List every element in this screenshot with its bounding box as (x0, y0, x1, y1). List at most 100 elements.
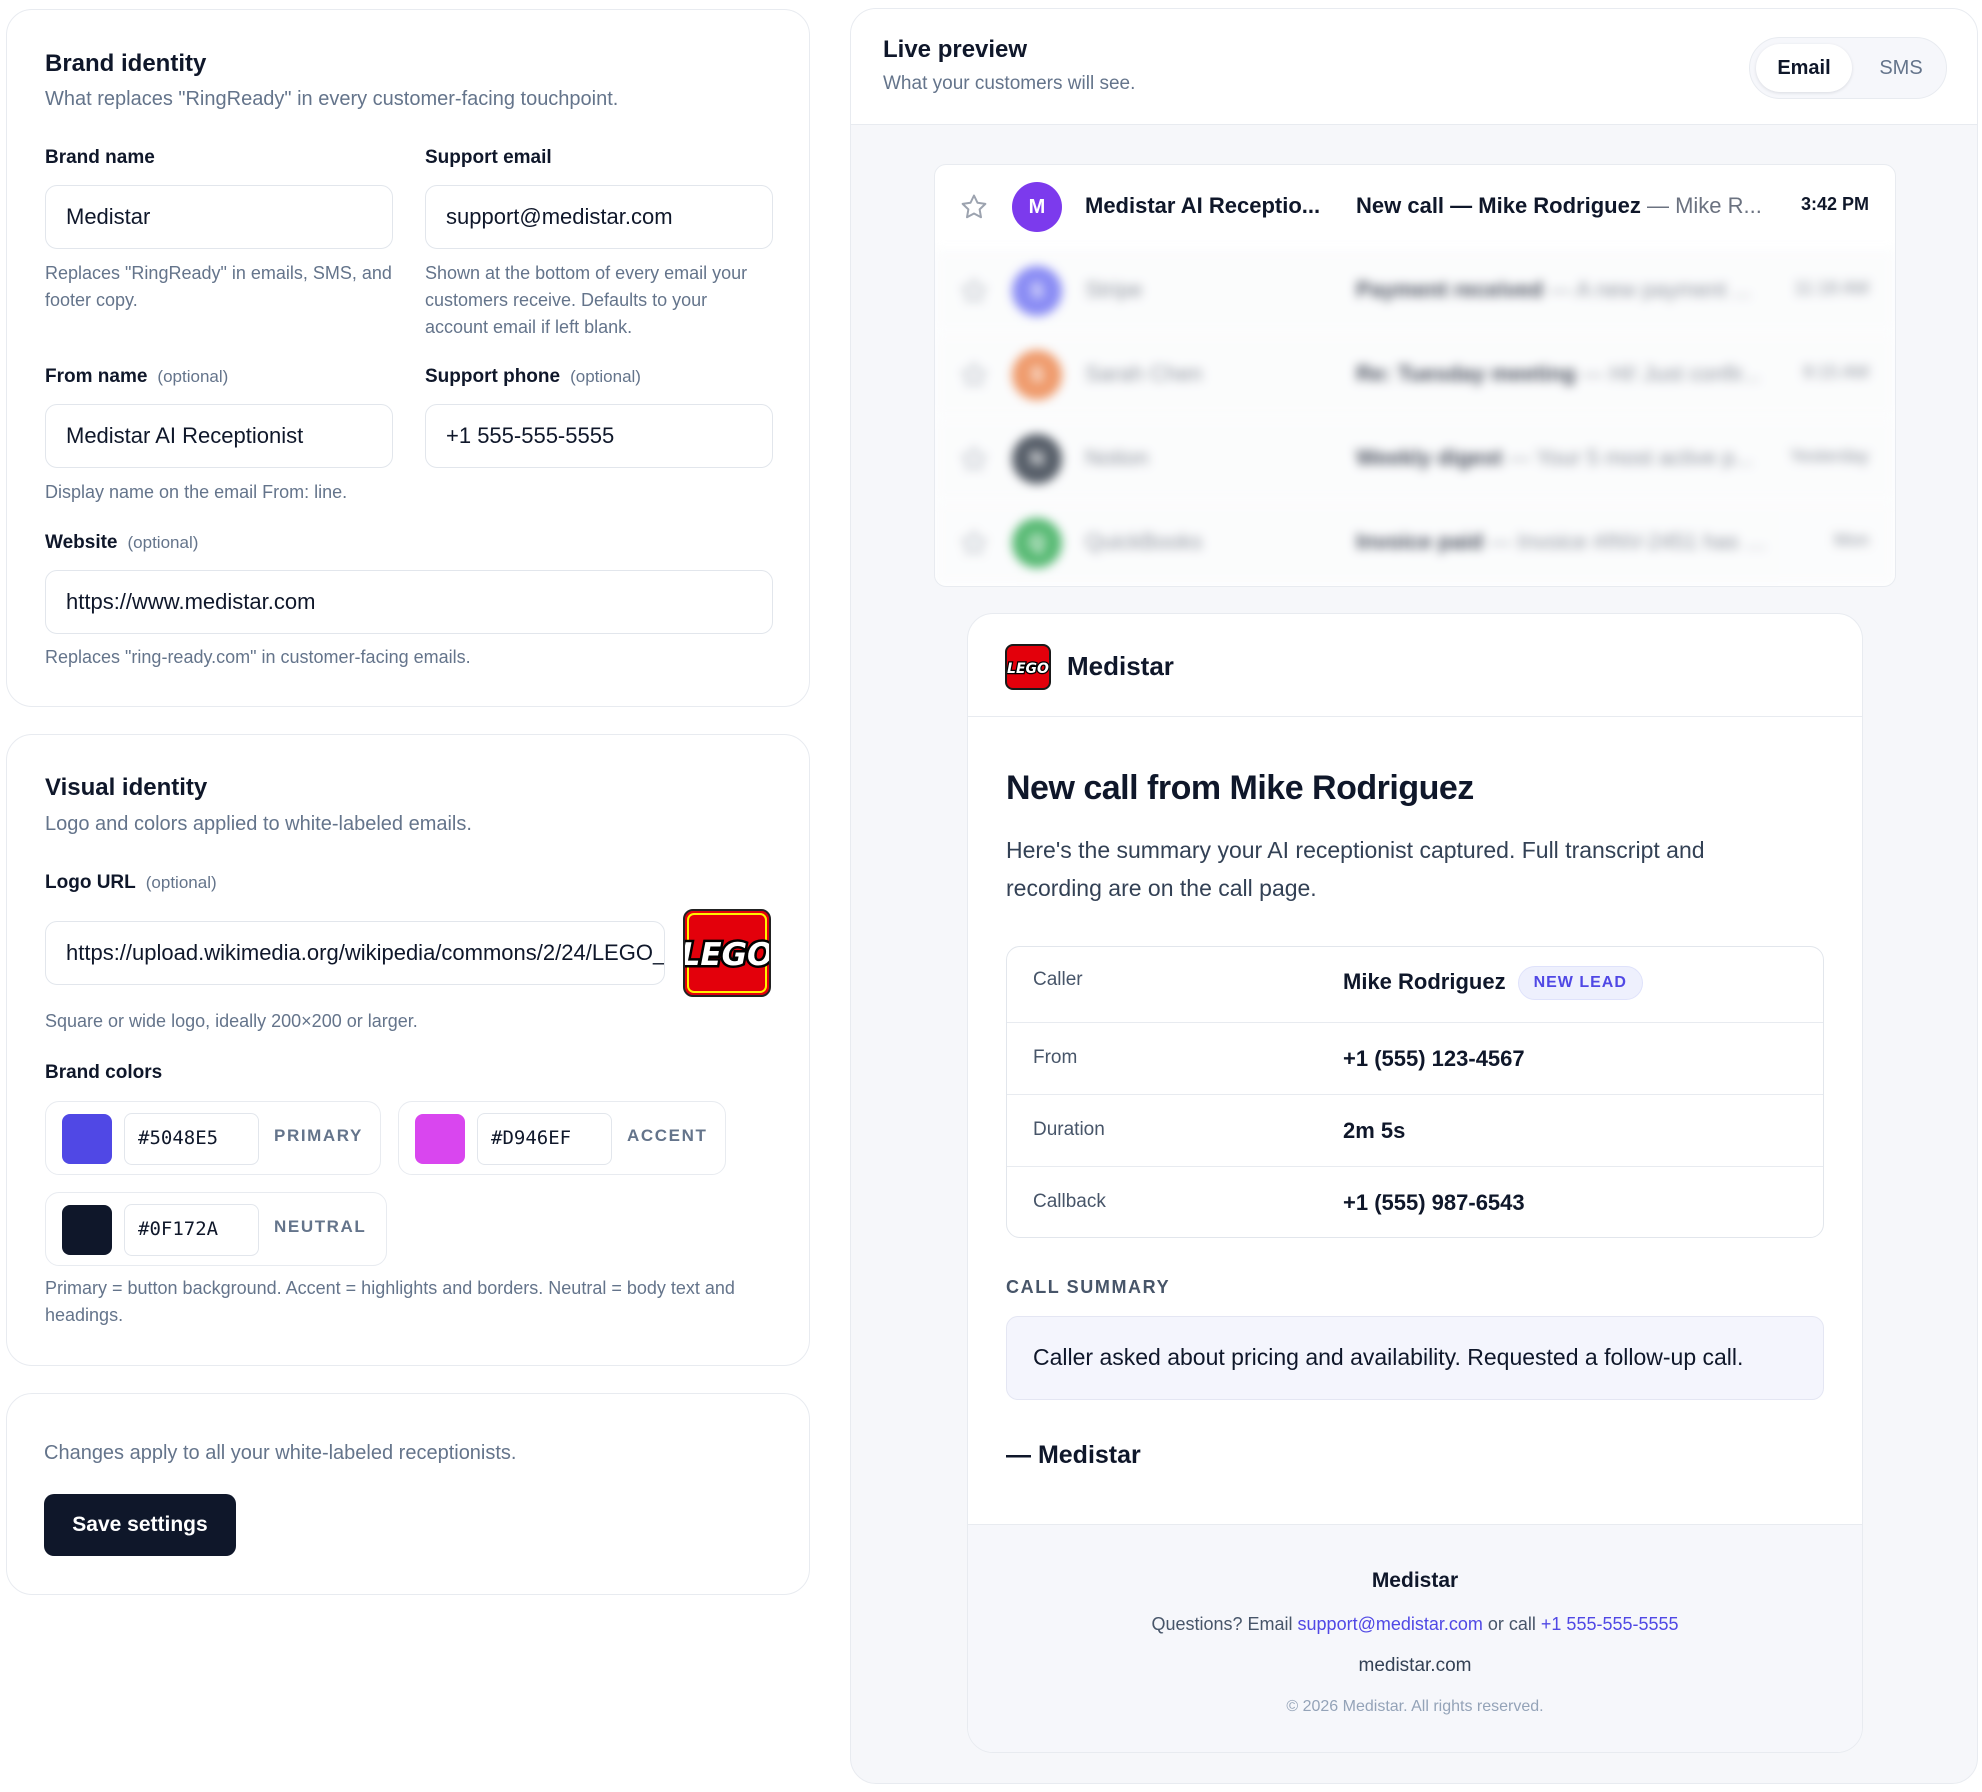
logo-preview: LEGO (683, 909, 771, 997)
website-label: Website (optional) (45, 532, 198, 554)
snippet-text: — A new payment ... (1543, 277, 1751, 302)
sender-avatar: S (1012, 266, 1062, 316)
color-primary: #5048E5 PRIMARY (45, 1101, 381, 1175)
brand-identity-title: Brand identity (45, 50, 207, 77)
lego-logo-icon: LEGO (685, 911, 769, 995)
sender-avatar: Q (1012, 518, 1062, 568)
row-key: From (1033, 1047, 1078, 1068)
sender-name: Sarah Chen (1085, 361, 1203, 386)
subject-text: Invoice paid (1356, 529, 1484, 554)
website-input[interactable]: https://www.medistar.com (45, 570, 773, 634)
tab-email[interactable]: Email (1756, 44, 1852, 92)
logo-url-label-text: Logo URL (45, 872, 136, 893)
live-preview-panel: Live preview What your customers will se… (850, 8, 1978, 1784)
accent-hex-input[interactable]: #D946EF (477, 1113, 612, 1165)
logo-url-label: Logo URL (optional) (45, 872, 217, 894)
footer-contact: Questions? Email support@medistar.com or… (968, 1614, 1862, 1635)
row-value: +1 (555) 987-6543 (1343, 1190, 1525, 1215)
snippet-text: — Hi! Just confir... (1575, 361, 1761, 386)
row-key: Callback (1033, 1191, 1106, 1212)
sender-name: Stripe (1085, 277, 1143, 302)
visual-identity-card: Visual identity Logo and colors applied … (6, 734, 810, 1366)
inbox-row[interactable]: S Stripe Payment received — A new payment … (935, 249, 1895, 333)
call-summary-text: Caller asked about pricing and availabil… (1006, 1316, 1824, 1400)
brand-colors-label: Brand colors (45, 1062, 163, 1083)
brand-name-label: Brand name (45, 147, 155, 168)
email-header: LEGO Medistar (968, 614, 1862, 717)
brand-identity-card: Brand identity What replaces "RingReady"… (6, 9, 810, 707)
email-heading: New call from Mike Rodriguez (1006, 769, 1474, 807)
call-details-table: Caller Mike Rodriguez NEW LEAD From +1 (5… (1006, 946, 1824, 1238)
star-icon[interactable] (959, 444, 989, 474)
row-value: Mike Rodriguez NEW LEAD (1343, 966, 1643, 1000)
email-logo: LEGO (1005, 644, 1051, 690)
preview-mode-toggle: Email SMS (1749, 37, 1947, 99)
inbox-row[interactable]: S Sarah Chen Re: Tuesday meeting — Hi! Jus… (935, 333, 1895, 417)
inbox-row[interactable]: Q QuickBooks Invoice paid — Invoice #INV-2… (935, 501, 1895, 585)
message-subject: New call — Mike Rodriguez — Mike R... (1356, 193, 1776, 219)
visual-identity-subtitle: Logo and colors applied to white-labeled… (45, 813, 472, 835)
svg-text:LEGO: LEGO (685, 937, 769, 973)
support-phone-label: Support phone (optional) (425, 366, 641, 388)
message-subject: Payment received — A new payment ... (1356, 277, 1776, 303)
preview-title: Live preview (883, 36, 1028, 63)
snippet-text: — Your 5 most active p... (1502, 445, 1754, 470)
email-signoff: — Medistar (1006, 1441, 1141, 1469)
message-subject: Re: Tuesday meeting — Hi! Just confir... (1356, 361, 1776, 387)
star-icon[interactable] (959, 360, 989, 390)
brand-identity-subtitle: What replaces "RingReady" in every custo… (45, 88, 619, 110)
logo-url-input[interactable]: https://upload.wikimedia.org/wikipedia/c… (45, 921, 665, 985)
sender-name: Medistar AI Receptio... (1085, 193, 1321, 218)
brand-name-input[interactable]: Medistar (45, 185, 393, 249)
support-email-input[interactable]: support@medistar.com (425, 185, 773, 249)
support-phone-input[interactable]: +1 555-555-5555 (425, 404, 773, 468)
website-optional: (optional) (127, 533, 199, 552)
star-icon[interactable] (959, 276, 989, 306)
inbox-list: M Medistar AI Receptio... New call — Mike … (934, 164, 1896, 587)
footer-email-link[interactable]: support@medistar.com (1298, 1614, 1483, 1634)
website-help: Replaces "ring-ready.com" in customer-fa… (45, 647, 471, 667)
row-value: 2m 5s (1343, 1118, 1406, 1143)
message-subject: Weekly digest — Your 5 most active p... (1356, 445, 1776, 471)
support-phone-label-text: Support phone (425, 366, 561, 387)
email-footer: Medistar Questions? Email support@medist… (968, 1524, 1862, 1752)
subject-text: Re: Tuesday meeting (1356, 361, 1576, 386)
accent-color-swatch[interactable] (415, 1114, 465, 1164)
support-phone-optional: (optional) (570, 367, 641, 386)
support-email-help: Shown at the bottom of every email your … (425, 263, 748, 337)
from-name-help: Display name on the email From: line. (45, 482, 348, 502)
primary-color-label: PRIMARY (274, 1126, 363, 1145)
neutral-hex-input[interactable]: #0F172A (124, 1204, 259, 1256)
star-icon[interactable] (959, 192, 989, 222)
footer-website[interactable]: medistar.com (968, 1655, 1862, 1677)
svg-text:LEGO: LEGO (1007, 661, 1049, 677)
message-time: 9:15 AM (1802, 362, 1869, 382)
website-label-text: Website (45, 532, 118, 553)
table-row: Callback +1 (555) 987-6543 (1007, 1167, 1823, 1237)
message-time: Mon (1833, 530, 1869, 550)
table-row: From +1 (555) 123-4567 (1007, 1023, 1823, 1095)
table-row: Caller Mike Rodriguez NEW LEAD (1007, 947, 1823, 1023)
footer-q-prefix: Questions? Email (1151, 1614, 1298, 1634)
primary-color-swatch[interactable] (62, 1114, 112, 1164)
inbox-row[interactable]: N Notion Weekly digest — Your 5 most activ… (935, 417, 1895, 501)
footer-q-mid: or call (1482, 1614, 1541, 1634)
color-accent: #D946EF ACCENT (398, 1101, 726, 1175)
primary-hex-input[interactable]: #5048E5 (124, 1113, 259, 1165)
from-name-label: From name (optional) (45, 366, 228, 388)
from-name-input[interactable]: Medistar AI Receptionist (45, 404, 393, 468)
logo-url-optional: (optional) (145, 873, 217, 892)
footer-phone-link[interactable]: +1 555-555-5555 (1541, 1614, 1679, 1634)
sender-name: Notion (1085, 445, 1149, 470)
subject-text: New call — Mike Rodriguez (1356, 193, 1641, 218)
snippet-text: — Invoice #INV-2451 has bee... (1483, 529, 1776, 554)
preview-header: Live preview What your customers will se… (851, 9, 1977, 125)
email-brand-name: Medistar (1067, 651, 1174, 681)
email-preview: LEGO Medistar New call from Mike Rodrigu… (967, 613, 1863, 1753)
save-settings-button[interactable]: Save settings (44, 1494, 236, 1556)
email-intro: Here's the summary your AI receptionist … (1006, 837, 1705, 901)
inbox-row[interactable]: M Medistar AI Receptio... New call — Mike … (935, 165, 1895, 249)
star-icon[interactable] (959, 528, 989, 558)
tab-sms[interactable]: SMS (1866, 44, 1936, 92)
neutral-color-swatch[interactable] (62, 1205, 112, 1255)
